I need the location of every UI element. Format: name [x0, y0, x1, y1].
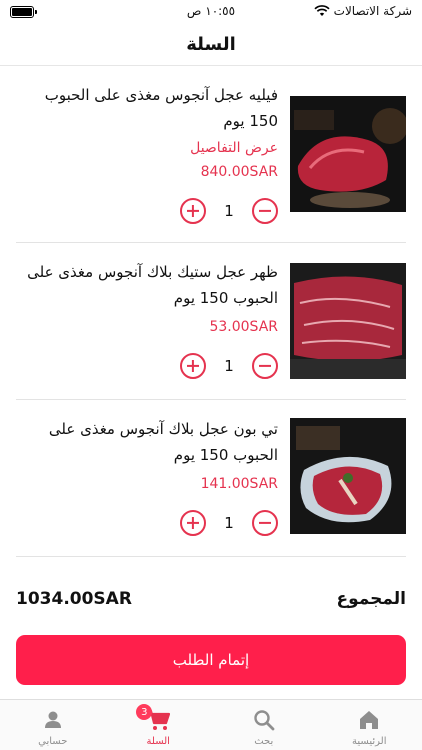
- tab-label: السلة: [146, 736, 170, 747]
- carrier-info: شركة الاتصالات: [314, 4, 412, 18]
- tab-label: بحث: [254, 736, 274, 747]
- total-label: المجموع: [336, 589, 406, 609]
- product-name[interactable]: تي بون عجل بلاك آنجوس مغذى على الحبوب 15…: [16, 416, 278, 468]
- wifi-icon: [314, 5, 330, 16]
- total-amount: 1034.00SAR: [16, 589, 132, 609]
- product-image[interactable]: [290, 418, 406, 534]
- decrease-quantity-button[interactable]: [252, 198, 278, 224]
- tab-cart[interactable]: 3 السلة: [106, 700, 212, 750]
- increase-quantity-button[interactable]: [180, 510, 206, 536]
- product-price: 141.00SAR: [200, 476, 278, 492]
- tab-home[interactable]: الرئيسية: [317, 700, 422, 750]
- product-image[interactable]: [290, 263, 406, 379]
- product-image[interactable]: [290, 96, 406, 212]
- decrease-quantity-button[interactable]: [252, 510, 278, 536]
- decrease-quantity-button[interactable]: [252, 353, 278, 379]
- quantity-value: 1: [224, 357, 234, 375]
- tab-bar: الرئيسية بحث 3 السلة حسابي: [0, 699, 422, 750]
- increase-quantity-button[interactable]: [180, 198, 206, 224]
- tab-search[interactable]: بحث: [211, 700, 317, 750]
- checkout-button[interactable]: إتمام الطلب: [16, 635, 406, 685]
- page-title: السلة: [186, 34, 236, 55]
- increase-quantity-button[interactable]: [180, 353, 206, 379]
- cart-item: تي بون عجل بلاك آنجوس مغذى على الحبوب 15…: [16, 400, 406, 557]
- search-icon: [253, 708, 275, 732]
- tab-label: حسابي: [38, 736, 68, 747]
- quantity-value: 1: [224, 514, 234, 532]
- product-price: 840.00SAR: [200, 164, 278, 180]
- view-details-link[interactable]: عرض التفاصيل: [16, 140, 278, 156]
- cart-item: فيليه عجل آنجوس مغذى على الحبوب 150 يوم …: [16, 78, 406, 243]
- product-name[interactable]: ظهر عجل ستيك بلاك آنجوس مغذى على الحبوب …: [16, 259, 278, 311]
- tab-profile[interactable]: حسابي: [0, 700, 106, 750]
- carrier-name: شركة الاتصالات: [333, 4, 412, 18]
- clock: ١٠:٥٥ ص: [186, 4, 236, 18]
- battery-icon: [10, 6, 37, 18]
- status-bar: شركة الاتصالات ١٠:٥٥ ص: [0, 0, 422, 24]
- profile-icon: [42, 708, 64, 732]
- quantity-stepper: 1: [180, 198, 278, 224]
- order-total: 1034.00SAR المجموع: [16, 584, 406, 614]
- quantity-stepper: 1: [180, 510, 278, 536]
- quantity-value: 1: [224, 202, 234, 220]
- tab-label: الرئيسية: [352, 736, 387, 747]
- home-icon: [358, 708, 380, 732]
- nav-header: السلة: [0, 24, 422, 66]
- product-price: 53.00SAR: [209, 319, 278, 335]
- cart-item: ظهر عجل ستيك بلاك آنجوس مغذى على الحبوب …: [16, 243, 406, 400]
- product-name[interactable]: فيليه عجل آنجوس مغذى على الحبوب 150 يوم: [16, 82, 278, 134]
- quantity-stepper: 1: [180, 353, 278, 379]
